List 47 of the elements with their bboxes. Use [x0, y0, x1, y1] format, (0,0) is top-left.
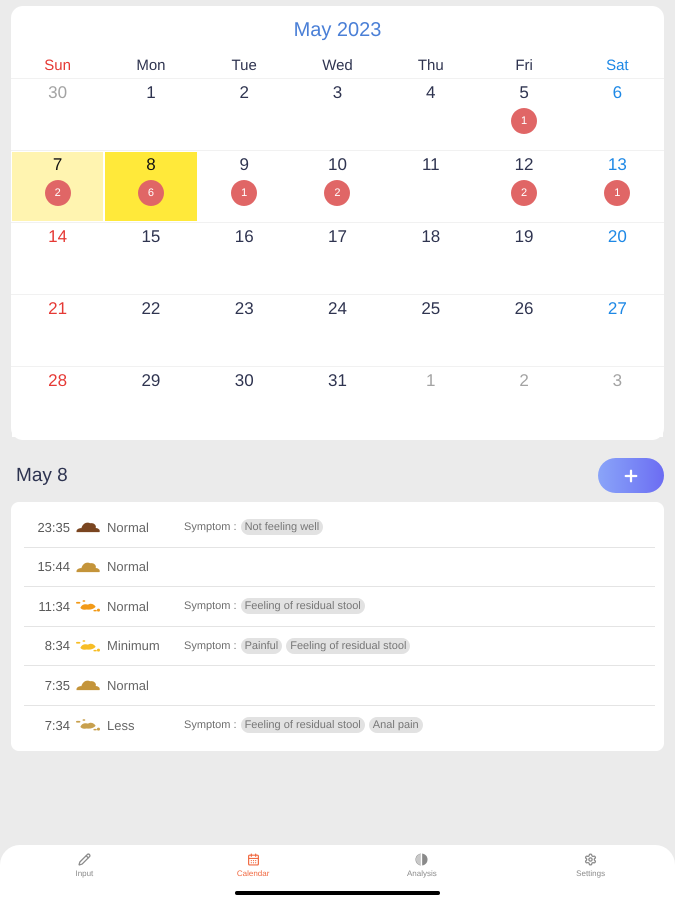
- entry-amount: Normal: [107, 598, 149, 616]
- event-count-badge: 1: [231, 180, 258, 206]
- entry-time: 15:44: [37, 558, 70, 576]
- symptom-label: Symptom :: [184, 638, 237, 654]
- weekday-label: Wed: [322, 56, 353, 76]
- symptom-label: Symptom :: [184, 718, 237, 733]
- event-count-badge: 2: [511, 180, 538, 206]
- weekday-label: Tue: [232, 56, 257, 76]
- symptom-label: Symptom :: [184, 599, 237, 614]
- symptom-tag: Feeling of residual stool: [240, 598, 365, 614]
- month-title: May 2023: [294, 18, 382, 42]
- symptom-tag: Feeling of residual stool: [240, 717, 365, 734]
- day-cell[interactable]: 8 6: [105, 152, 197, 221]
- event-count-badge: 1: [511, 108, 538, 134]
- weekday-label: Sat: [606, 56, 629, 76]
- pie-chart-icon: [415, 853, 428, 866]
- event-count-badge: 6: [138, 180, 164, 206]
- event-count-badge: 1: [604, 180, 630, 206]
- symptom-tag: Feeling of residual stool: [286, 638, 410, 654]
- entry-time: 11:34: [38, 598, 70, 616]
- calendar-icon: [246, 853, 260, 866]
- weekday-label: Thu: [418, 56, 444, 76]
- entry-amount: Normal: [107, 558, 149, 576]
- entry-time: 7:34: [44, 716, 70, 734]
- event-count-badge: 2: [324, 180, 350, 206]
- entry-amount: Normal: [107, 518, 149, 536]
- weekday-label: Sun: [44, 56, 71, 76]
- date-heading: May 8: [16, 464, 68, 488]
- entry-amount: Minimum: [107, 637, 160, 655]
- entry-time: 8:34: [44, 637, 70, 655]
- symptom-tag: Anal pain: [368, 717, 423, 734]
- symptom-tag: Not feeling well: [240, 519, 324, 536]
- day-cell[interactable]: 7 2: [12, 152, 104, 221]
- settings-icon: [584, 853, 598, 866]
- symptom-label: Symptom :: [184, 520, 237, 535]
- weekday-label: Fri: [515, 56, 533, 76]
- entry-amount: Less: [107, 716, 134, 734]
- plus-icon: [622, 466, 640, 484]
- pencil-icon: [78, 853, 91, 866]
- entry-amount: Normal: [107, 676, 149, 694]
- entry-time: 7:35: [44, 676, 70, 694]
- nav-tab[interactable]: Analysis: [406, 853, 437, 879]
- entry-time: 23:35: [37, 518, 70, 536]
- event-count-badge: 2: [44, 180, 71, 206]
- add-button[interactable]: [598, 458, 664, 493]
- symptom-tag: Painful: [240, 638, 282, 654]
- weekday-label: Mon: [136, 56, 166, 76]
